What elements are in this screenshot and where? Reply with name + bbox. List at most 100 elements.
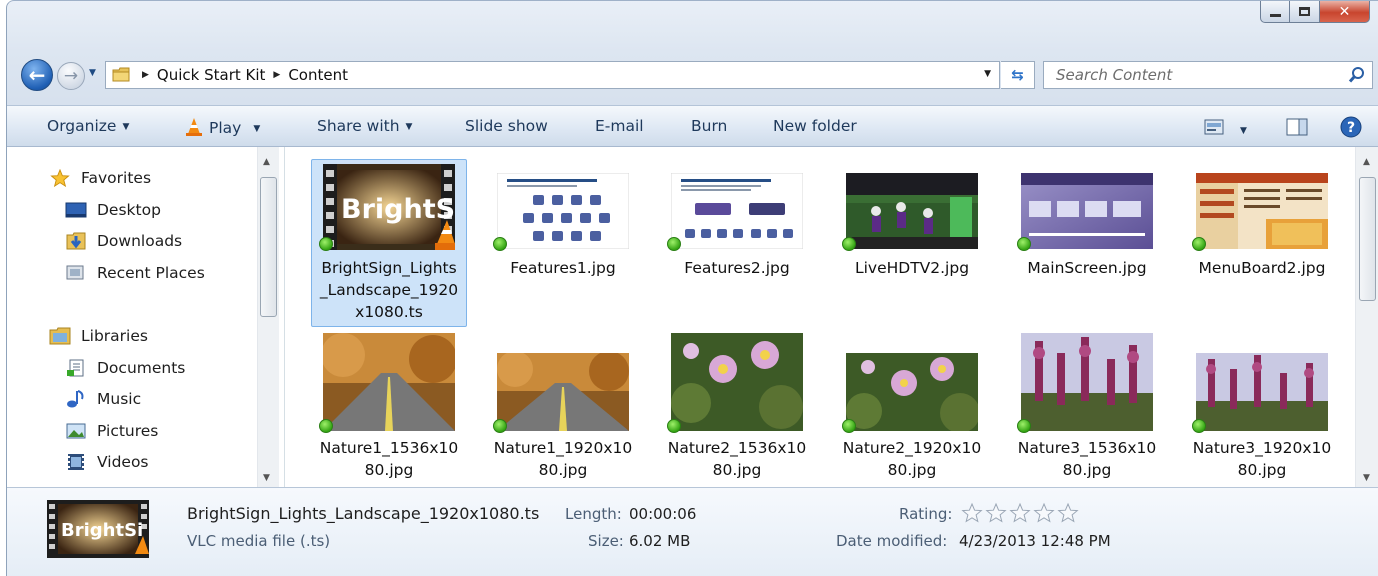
scrollbar-thumb[interactable] bbox=[260, 177, 277, 317]
nav-downloads-label: Downloads bbox=[97, 232, 183, 250]
file-tile-livehdtv2[interactable]: LiveHDTV2.jpg bbox=[834, 159, 990, 299]
search-box[interactable] bbox=[1043, 61, 1373, 89]
file-name-line: 80.jpg bbox=[1062, 461, 1112, 479]
close-icon: ✕ bbox=[1338, 3, 1351, 20]
burn-button[interactable]: Burn bbox=[691, 117, 727, 135]
recent-places-icon bbox=[66, 265, 84, 280]
nav-desktop-label: Desktop bbox=[97, 201, 161, 219]
organize-button[interactable]: Organize ▼ bbox=[47, 117, 129, 135]
file-tile-menuboard2[interactable]: MenuBoard2.jpg bbox=[1184, 159, 1340, 299]
nav-downloads[interactable]: Downloads bbox=[65, 232, 182, 250]
file-tile-nature2-1920[interactable]: Nature2_1920x10 80.jpg bbox=[834, 333, 990, 483]
breadcrumb-separator-icon[interactable]: ▶ bbox=[273, 70, 280, 80]
image-thumbnail bbox=[1021, 333, 1153, 431]
file-tile-features2[interactable]: Features2.jpg bbox=[659, 159, 815, 299]
star-rating-4-icon[interactable] bbox=[1033, 502, 1055, 524]
sync-status-icon bbox=[1017, 419, 1031, 433]
breadcrumb-content[interactable]: Content bbox=[288, 66, 348, 84]
downloads-icon bbox=[66, 232, 86, 250]
breadcrumb-quick-start-kit[interactable]: Quick Start Kit bbox=[157, 66, 265, 84]
breadcrumb-separator-icon[interactable]: ▶ bbox=[142, 70, 149, 80]
selected-file-thumbnail: BrightSi bbox=[47, 500, 149, 558]
view-options-dropdown[interactable]: ▼ bbox=[1240, 121, 1247, 139]
new-folder-button[interactable]: New folder bbox=[773, 117, 857, 135]
rating-stars[interactable] bbox=[961, 502, 1079, 524]
file-tile-features1[interactable]: Features1.jpg bbox=[485, 159, 641, 299]
star-rating-2-icon[interactable] bbox=[985, 502, 1007, 524]
nav-videos[interactable]: Videos bbox=[65, 453, 149, 471]
file-name-line: 80.jpg bbox=[887, 461, 937, 479]
nav-libraries[interactable]: Libraries bbox=[49, 327, 148, 345]
file-name-line: Nature1_1920x10 bbox=[493, 439, 633, 457]
nav-music[interactable]: Music bbox=[65, 390, 141, 408]
scroll-up-icon[interactable]: ▲ bbox=[263, 157, 270, 167]
scroll-down-icon[interactable]: ▼ bbox=[263, 473, 270, 483]
search-icon[interactable] bbox=[1348, 66, 1366, 84]
preview-pane-icon[interactable] bbox=[1286, 118, 1308, 136]
nav-recent-places[interactable]: Recent Places bbox=[65, 264, 205, 282]
caption-buttons: ✕ bbox=[1260, 1, 1370, 23]
minimize-button[interactable] bbox=[1260, 1, 1290, 23]
email-button[interactable]: E-mail bbox=[595, 117, 644, 135]
date-modified-value[interactable]: 4/23/2013 12:48 PM bbox=[959, 532, 1111, 550]
nav-pictures[interactable]: Pictures bbox=[65, 422, 158, 440]
music-icon bbox=[67, 390, 84, 408]
file-list-scrollbar[interactable]: ▲ ▼ bbox=[1355, 147, 1378, 487]
scroll-down-icon[interactable]: ▼ bbox=[1363, 473, 1370, 483]
address-bar[interactable]: ▶ Quick Start Kit ▶ Content ▼ bbox=[105, 61, 1000, 89]
file-tile-nature3-1920[interactable]: Nature3_1920x10 80.jpg bbox=[1184, 333, 1340, 483]
help-icon[interactable]: ? bbox=[1340, 116, 1362, 138]
image-thumbnail bbox=[323, 333, 455, 431]
close-button[interactable]: ✕ bbox=[1320, 1, 1370, 23]
length-label: Length: bbox=[565, 505, 622, 523]
vlc-cone-icon bbox=[186, 118, 202, 136]
file-name-line: Features2.jpg bbox=[684, 259, 790, 277]
change-view-icon[interactable] bbox=[1204, 119, 1224, 135]
file-name: Features2.jpg bbox=[659, 257, 815, 279]
length-value[interactable]: 00:00:06 bbox=[629, 505, 696, 523]
star-rating-3-icon[interactable] bbox=[1009, 502, 1031, 524]
scroll-up-icon[interactable]: ▲ bbox=[1363, 157, 1370, 167]
scrollbar-thumb[interactable] bbox=[1359, 177, 1376, 301]
videos-icon bbox=[68, 454, 84, 470]
search-input[interactable] bbox=[1056, 66, 1326, 84]
file-name-line: LiveHDTV2.jpg bbox=[854, 259, 970, 277]
sync-status-icon bbox=[842, 237, 856, 251]
size-value: 6.02 MB bbox=[629, 532, 691, 550]
file-tile-brightsign-video[interactable]: BrightSig BrightSign_Lights _Landscape_1… bbox=[311, 159, 467, 329]
navigation-pane-scrollbar[interactable]: ▲ ▼ bbox=[257, 147, 279, 487]
file-tile-mainscreen[interactable]: MainScreen.jpg bbox=[1009, 159, 1165, 299]
play-button[interactable]: Play ▼ bbox=[185, 117, 260, 137]
share-with-button[interactable]: Share with ▼ bbox=[317, 117, 412, 135]
file-tile-nature2-1536[interactable]: Nature2_1536x10 80.jpg bbox=[659, 333, 815, 483]
star-rating-1-icon[interactable] bbox=[961, 502, 983, 524]
file-name: Nature1_1536x10 80.jpg bbox=[311, 437, 467, 481]
libraries-icon bbox=[49, 327, 71, 345]
file-name-line: _Landscape_1920 bbox=[319, 281, 459, 299]
svg-text:?: ? bbox=[1347, 120, 1355, 136]
star-rating-5-icon[interactable] bbox=[1057, 502, 1079, 524]
file-tile-nature1-1536[interactable]: Nature1_1536x10 80.jpg bbox=[311, 333, 467, 483]
file-name-line: Nature1_1536x10 bbox=[319, 439, 459, 457]
file-name-line: 80.jpg bbox=[538, 461, 588, 479]
nav-documents[interactable]: Documents bbox=[65, 359, 185, 377]
file-tile-nature1-1920[interactable]: Nature1_1920x10 80.jpg bbox=[485, 333, 641, 483]
minimize-icon bbox=[1269, 14, 1281, 17]
maximize-button[interactable] bbox=[1290, 1, 1320, 23]
file-tile-nature3-1536[interactable]: Nature3_1536x10 80.jpg bbox=[1009, 333, 1165, 483]
nav-favorites[interactable]: Favorites bbox=[49, 169, 151, 187]
refresh-icon: ⇆ bbox=[1011, 66, 1024, 84]
nav-libraries-label: Libraries bbox=[81, 327, 148, 345]
nav-desktop[interactable]: Desktop bbox=[65, 201, 161, 219]
file-name: Nature2_1536x10 80.jpg bbox=[659, 437, 815, 481]
selected-file-name: BrightSign_Lights_Landscape_1920x1080.ts bbox=[187, 504, 540, 523]
sync-status-icon bbox=[842, 419, 856, 433]
back-button[interactable]: ← bbox=[21, 59, 53, 91]
refresh-button[interactable]: ⇆ bbox=[1001, 61, 1035, 89]
forward-button[interactable]: → bbox=[57, 62, 85, 90]
recent-pages-dropdown[interactable]: ▼ bbox=[89, 68, 96, 78]
nav-documents-label: Documents bbox=[97, 359, 186, 377]
star-icon bbox=[50, 169, 70, 187]
address-dropdown-icon[interactable]: ▼ bbox=[984, 69, 991, 79]
slide-show-button[interactable]: Slide show bbox=[465, 117, 548, 135]
